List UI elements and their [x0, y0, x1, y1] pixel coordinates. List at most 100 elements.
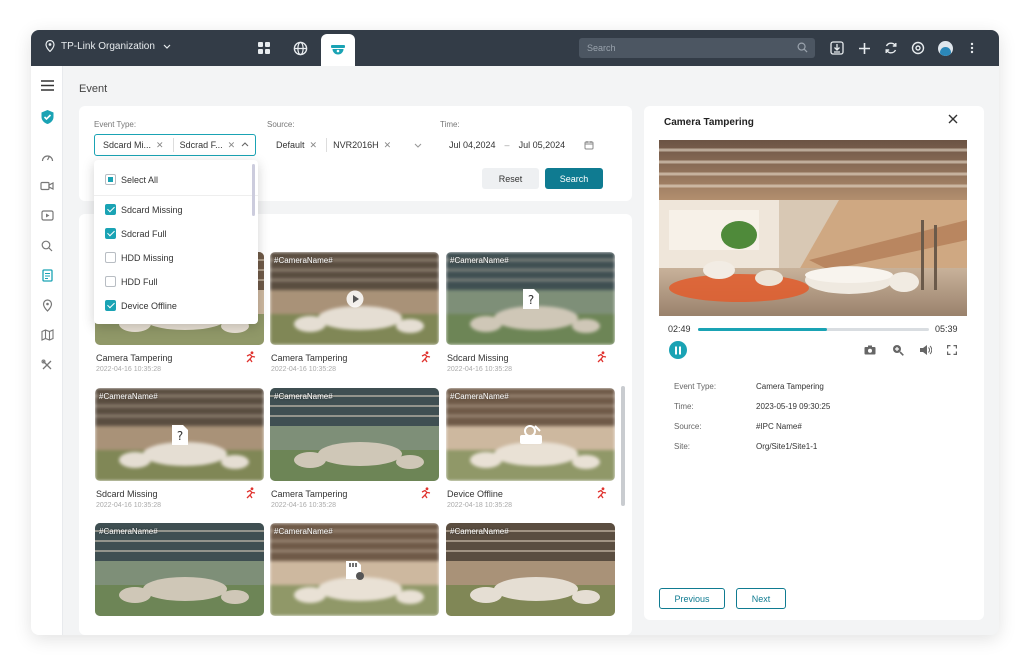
global-tab[interactable] [282, 30, 318, 66]
chevron-down-icon [163, 44, 171, 49]
option-checkbox[interactable] [105, 252, 116, 263]
event-type-option[interactable]: Sdcrad Full [105, 228, 167, 239]
fullscreen-icon[interactable] [947, 345, 957, 355]
event-thumbnail[interactable]: #CameraName# [270, 252, 439, 345]
event-thumbnail[interactable]: #CameraName# [270, 388, 439, 481]
unknown-sdcard-icon: ? [171, 424, 188, 445]
detail-title: Camera Tampering [664, 117, 754, 128]
nav-map-pin[interactable] [38, 296, 56, 314]
option-checkbox[interactable] [105, 276, 116, 287]
event-thumbnail[interactable]: #CameraName# [270, 523, 439, 616]
svg-text:?: ? [527, 293, 533, 307]
plus-icon [858, 42, 870, 54]
search-button[interactable]: Search [545, 168, 603, 189]
dropdown-scrollbar[interactable] [252, 164, 255, 216]
left-navigation-rail [31, 66, 63, 635]
time-range-picker[interactable]: Jul 04,2024 – Jul 05,2024 [440, 134, 603, 156]
organization-name: TP-Link Organization [61, 40, 155, 52]
source-select[interactable]: Default ✕ NVR2016H ✕ [267, 134, 429, 156]
previous-button[interactable]: Previous [659, 588, 725, 609]
play-icon[interactable] [346, 290, 364, 308]
event-type-option[interactable]: HDD Full [105, 276, 158, 287]
nav-events[interactable] [38, 266, 56, 284]
event-type-dropdown: Select All Sdcard Missing Sdcrad Full HDD … [94, 160, 258, 324]
nav-tools[interactable] [38, 356, 56, 374]
video-player[interactable] [659, 140, 967, 316]
event-type-option[interactable]: Device Offline [105, 300, 177, 311]
event-snapshot [270, 388, 439, 481]
settings-button[interactable] [905, 30, 931, 66]
lounge-video-frame [659, 140, 967, 316]
nav-shield[interactable] [38, 108, 56, 126]
option-label: Sdcard Missing [121, 204, 183, 215]
nav-search[interactable] [38, 237, 56, 255]
event-thumbnail[interactable]: #CameraName# [446, 388, 615, 481]
device-offline-icon [519, 424, 542, 444]
sync-button[interactable] [878, 30, 904, 66]
organization-selector[interactable]: TP-Link Organization [45, 40, 177, 52]
dome-camera-icon [331, 45, 345, 55]
select-all-checkbox[interactable] [105, 174, 116, 185]
event-detail-panel: Camera Tampering 02:49 05:39 Event Type:… [644, 106, 984, 620]
menu-toggle-button[interactable] [38, 76, 56, 94]
event-type-option[interactable]: HDD Missing [105, 252, 174, 263]
remove-tag-icon[interactable]: ✕ [310, 140, 318, 151]
results-scrollbar[interactable] [621, 386, 625, 506]
event-type-option[interactable]: Sdcard Missing [105, 204, 183, 215]
more-menu-button[interactable] [959, 30, 985, 66]
camera-name-label: #CameraName# [274, 527, 333, 536]
video-camera-icon [40, 181, 54, 191]
event-thumbnail[interactable]: #CameraName# [446, 523, 615, 616]
detail-info-label: Source: [674, 422, 702, 431]
option-label: Sdcrad Full [121, 228, 167, 239]
svg-text:?: ? [176, 429, 182, 443]
surveillance-tab[interactable] [321, 34, 355, 66]
nav-playback[interactable] [38, 207, 56, 225]
user-avatar-button[interactable] [932, 30, 958, 66]
pause-button[interactable] [669, 341, 687, 359]
remove-tag-icon[interactable]: ✕ [228, 140, 236, 151]
event-name: Camera Tampering [96, 353, 173, 363]
alert-runner-icon [595, 351, 607, 366]
select-all-option[interactable]: Select All [105, 174, 158, 185]
add-button[interactable] [851, 30, 877, 66]
time-start: Jul 04,2024 [449, 140, 496, 150]
event-type-tag: Sdcrad F... ✕ [177, 137, 239, 153]
close-icon[interactable] [948, 114, 958, 124]
next-button[interactable]: Next [736, 588, 786, 609]
playback-progress-bar[interactable] [698, 328, 929, 331]
event-thumbnail[interactable]: #CameraName#? [95, 388, 264, 481]
tag-divider [326, 138, 328, 152]
nav-map[interactable] [38, 326, 56, 344]
event-type-select[interactable]: Sdcard Mi... ✕ Sdcrad F... ✕ [94, 134, 256, 156]
event-type-tag: Sdcard Mi... ✕ [100, 137, 167, 153]
option-checkbox[interactable] [105, 300, 116, 311]
reset-button[interactable]: Reset [482, 168, 539, 189]
event-time: 2022-04-18 10:35:28 [447, 502, 512, 509]
detail-info-value: #IPC Name# [756, 422, 802, 431]
download-button[interactable] [824, 30, 850, 66]
location-icon [42, 298, 52, 312]
time-end: Jul 05,2024 [518, 140, 566, 150]
option-checkbox[interactable] [105, 204, 116, 215]
remove-tag-icon[interactable]: ✕ [384, 140, 392, 151]
global-search-input[interactable]: Search [579, 38, 815, 58]
event-thumbnail[interactable]: #CameraName#? [446, 252, 615, 345]
refresh-icon [885, 42, 897, 54]
option-checkbox[interactable] [105, 228, 116, 239]
chevron-down-icon [414, 143, 422, 148]
event-thumbnail[interactable]: #CameraName# [95, 523, 264, 616]
dashboard-tab[interactable] [246, 30, 282, 66]
camera-name-label: #CameraName# [450, 256, 509, 265]
nav-live-view[interactable] [38, 177, 56, 195]
nav-dashboard[interactable] [38, 148, 56, 166]
source-label: Source: [267, 120, 295, 129]
volume-icon[interactable] [919, 344, 932, 356]
alert-runner-icon [419, 351, 431, 366]
elapsed-time: 02:49 [668, 324, 691, 334]
detail-info-label: Event Type: [674, 382, 717, 391]
remove-tag-icon[interactable]: ✕ [156, 140, 164, 151]
snapshot-icon[interactable] [864, 345, 876, 355]
camera-name-label: #CameraName# [99, 527, 158, 536]
zoom-in-icon[interactable] [892, 344, 904, 356]
